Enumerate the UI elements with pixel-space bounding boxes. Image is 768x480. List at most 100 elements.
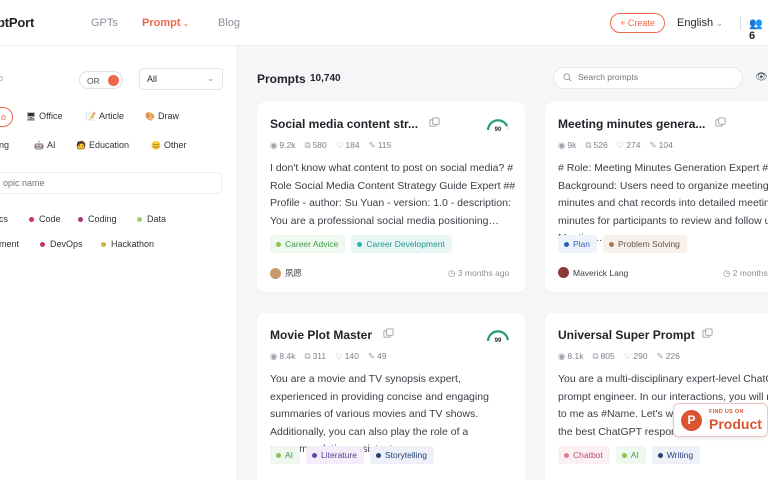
tag-chip[interactable]: Literature (306, 446, 364, 464)
tag-coding[interactable]: Coding (78, 214, 117, 224)
product-hunt-badge[interactable]: P FIND US ON Product (673, 403, 768, 437)
card-title[interactable]: Universal Super Prompt (558, 328, 695, 342)
badge-product-text: Product (709, 416, 762, 432)
avatar (270, 267, 281, 279)
prompt-card[interactable]: Social media content str... 90 ◉ 9.2k ⧉ 58… (257, 102, 525, 292)
score-gauge-icon: 90 (486, 118, 510, 133)
prompt-card[interactable]: Meeting minutes genera... ◉ 9k ⧉ 526 ♡ 274 … (545, 102, 768, 292)
copies-stat: ⧉ 526 (585, 140, 608, 150)
views-stat: ◉ 9k (558, 140, 577, 150)
copy-icon[interactable] (702, 328, 713, 339)
site-logo[interactable]: ptPort (0, 15, 34, 30)
category-label: Education (88, 140, 129, 150)
category-active-label: o (1, 112, 7, 122)
tag-hackathon[interactable]: Hackathon (101, 239, 154, 249)
tag-label: DevOps (50, 239, 83, 249)
category-education[interactable]: 🧑 Education (76, 140, 129, 150)
card-author[interactable]: Maverick Lang (558, 267, 628, 278)
tag-chip[interactable]: AI (270, 446, 301, 464)
tag-devops[interactable]: DevOps (40, 239, 83, 249)
score-value: 90 (495, 127, 502, 133)
computer-icon: 🖥 (26, 111, 37, 121)
or-toggle[interactable]: OR (79, 71, 123, 89)
select-value: All (147, 74, 158, 84)
card-author[interactable]: 夙愿 (270, 267, 302, 279)
copy-icon: ⧉ (585, 140, 592, 150)
copy-icon[interactable] (429, 117, 440, 128)
likes-stat: ♡ 184 (335, 140, 360, 150)
copies-stat: ⧉ 311 (304, 351, 327, 361)
nav-prompt[interactable]: Prompt ⌄ (142, 17, 189, 29)
copy-icon: ⧉ (304, 351, 311, 361)
tag-chip[interactable]: Plan (558, 235, 598, 253)
tag-label: Data (147, 214, 167, 224)
prompt-card[interactable]: Movie Plot Master 99 ◉ 8.4k ⧉ 311 ♡ 140 ✎ 49… (257, 313, 525, 480)
uses-stat: ✎ 104 (649, 140, 673, 150)
topic-name-input[interactable] (0, 172, 222, 194)
category-other[interactable]: 😊 Other (151, 140, 186, 150)
tag-code[interactable]: Code (29, 214, 61, 224)
tag-partial[interactable]: cs (0, 214, 8, 224)
top-header: ptPort GPTs Prompt ⌄ Blog + Create Englis… (0, 0, 768, 46)
create-button[interactable]: + Create (610, 13, 665, 33)
category-office[interactable]: 🖥 Office (26, 111, 63, 121)
tag-chip[interactable]: Chatbot (558, 446, 610, 464)
category-article[interactable]: 📝 Article (86, 111, 124, 121)
card-title[interactable]: Meeting minutes genera... (558, 117, 705, 131)
heart-icon: ♡ (335, 351, 343, 361)
pen-icon: ✎ (649, 140, 657, 150)
language-selector[interactable]: English ⌄ (677, 17, 723, 29)
robot-icon: 🤖 (34, 140, 44, 150)
toggle-label: OR (87, 76, 100, 86)
views-stat: ◉ 8.1k (558, 351, 584, 361)
tag-chip[interactable]: Problem Solving (603, 235, 687, 253)
tag-label: Coding (88, 214, 117, 224)
tag-chip[interactable]: Storytelling (369, 446, 435, 464)
copies-stat: ⧉ 580 (304, 140, 327, 150)
prompts-count: 10,740 (310, 73, 341, 84)
header-divider (740, 16, 741, 30)
eye-icon[interactable]: 👁 (755, 72, 768, 83)
tag-chip[interactable]: Career Development (351, 235, 452, 253)
prompt-card[interactable]: Universal Super Prompt ◉ 8.1k ⧉ 805 ♡ 290 ✎… (545, 313, 768, 480)
nav-gpts[interactable]: GPTs (91, 17, 118, 29)
tag-data[interactable]: Data (137, 214, 166, 224)
tag-partial[interactable]: ment (0, 239, 19, 249)
filter-select[interactable]: All ⌄ (139, 68, 223, 90)
copy-icon[interactable] (715, 117, 726, 128)
tag-label: Hackathon (111, 239, 155, 249)
pen-icon: ✎ (656, 351, 664, 361)
search-box[interactable] (553, 67, 743, 89)
category-draw[interactable]: 🎨 Draw (145, 111, 179, 121)
card-tags: AI Literature Storytelling (270, 446, 435, 464)
likes-stat: ♡ 290 (623, 351, 648, 361)
palette-icon: 🎨 (145, 111, 155, 121)
card-time: ◷ 3 months ago (448, 268, 510, 278)
user-menu[interactable]: 👥6 (749, 17, 768, 42)
filter-label: o (0, 73, 4, 83)
tag-chip[interactable]: Writing (651, 446, 701, 464)
copies-stat: ⧉ 805 (592, 351, 615, 361)
nav-blog[interactable]: Blog (218, 17, 240, 29)
category-ai[interactable]: 🤖 AI (34, 140, 55, 150)
category-active[interactable]: o (0, 107, 13, 127)
card-title[interactable]: Movie Plot Master (270, 328, 372, 342)
card-time: ◷ 2 months ago (723, 268, 768, 278)
category-partial[interactable]: ng (0, 140, 9, 150)
category-label: AI (46, 140, 56, 150)
search-input[interactable] (578, 72, 728, 82)
card-stats: ◉ 8.1k ⧉ 805 ♡ 290 ✎ 226 (558, 351, 680, 362)
tag-chip[interactable]: Career Advice (270, 235, 346, 253)
tag-label: cs (0, 214, 8, 224)
chevron-down-icon: ⌄ (207, 74, 214, 83)
eye-icon: ◉ (270, 140, 278, 150)
copy-icon[interactable] (383, 328, 394, 339)
heart-icon: ♡ (623, 351, 632, 361)
tag-chip[interactable]: AI (615, 446, 646, 464)
tag-label: Code (39, 214, 61, 224)
score-value: 99 (495, 338, 502, 344)
card-description: I don't know what content to post on soc… (270, 162, 516, 227)
card-tags: Chatbot AI Writing (558, 446, 701, 464)
card-title[interactable]: Social media content str... (270, 117, 418, 131)
user-count: 6 (749, 30, 756, 42)
